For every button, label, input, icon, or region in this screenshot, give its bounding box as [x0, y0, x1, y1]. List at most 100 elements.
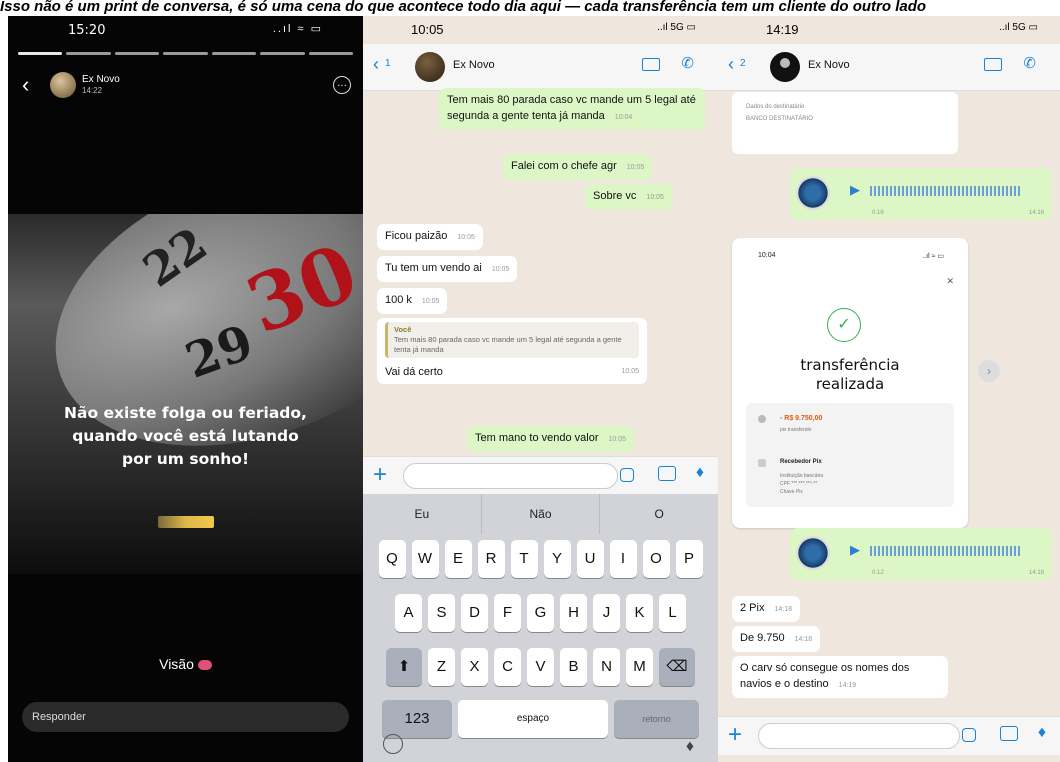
phone-icon[interactable]: ✆: [1023, 54, 1036, 72]
compose-bar: + ♦: [363, 456, 718, 495]
camera-icon[interactable]: [1000, 726, 1018, 741]
key[interactable]: Q: [378, 540, 406, 578]
suggestion[interactable]: Eu: [363, 494, 482, 534]
back-icon[interactable]: ‹: [22, 72, 29, 98]
key[interactable]: S: [428, 594, 455, 632]
key[interactable]: H: [560, 594, 587, 632]
return-key[interactable]: retorno: [614, 700, 699, 738]
key[interactable]: O: [642, 540, 670, 578]
phone-icon[interactable]: ✆: [681, 54, 694, 72]
amount-label: pix transferido: [780, 427, 812, 433]
microphone-icon[interactable]: ♦: [696, 464, 704, 482]
key[interactable]: T: [510, 540, 538, 578]
contact-name[interactable]: Ex Novo: [453, 59, 495, 71]
key[interactable]: W: [411, 540, 439, 578]
key[interactable]: U: [576, 540, 604, 578]
backspace-key[interactable]: ⌫: [659, 648, 695, 686]
receipt-details: - R$ 9.750,00 pix transferido Recebedor …: [746, 403, 954, 507]
status-icons: ..ıl ≈ ▭: [272, 23, 323, 35]
message-bubble[interactable]: Falei com o chefe agr 10:05: [503, 154, 653, 180]
message-bubble[interactable]: 2 Pix 14:18: [732, 596, 800, 622]
dictation-icon[interactable]: ♦: [686, 738, 694, 756]
attach-icon[interactable]: +: [373, 461, 387, 489]
shift-key[interactable]: ⬆: [386, 648, 422, 686]
suggestion[interactable]: Não: [482, 494, 601, 534]
contact-name[interactable]: Ex Novo: [808, 59, 850, 71]
voice-duration: 0:12: [872, 570, 884, 576]
voice-message[interactable]: ▶ 0:16 14:16: [790, 168, 1052, 220]
message-bubble[interactable]: Tem mais 80 parada caso vc mande um 5 le…: [439, 88, 705, 130]
key[interactable]: D: [461, 594, 488, 632]
doc-line: Dados do destinatário: [746, 104, 805, 110]
chat-panel-2: 14:19 ..ıl 5G ▭ ‹ 2 Ex Novo ✆ Dados do d…: [718, 16, 1060, 762]
compose-bar: + ♦: [718, 716, 1060, 755]
progress-segment: [66, 52, 111, 55]
key[interactable]: X: [461, 648, 488, 686]
forward-icon[interactable]: ›: [978, 360, 1000, 382]
emoji-icon[interactable]: [383, 734, 403, 754]
keyboard: Eu Não O Q W E R T Y U I O P A S D F G H…: [363, 494, 718, 762]
document-preview[interactable]: Dados do destinatário BANCO DESTINATÁRIO: [732, 92, 958, 154]
numbers-key[interactable]: 123: [382, 700, 452, 738]
key[interactable]: F: [494, 594, 521, 632]
more-icon[interactable]: …: [333, 76, 351, 94]
message-input[interactable]: [403, 463, 618, 489]
status-icons: ..ıl 5G ▭: [999, 22, 1038, 33]
space-key[interactable]: espaço: [458, 700, 608, 738]
message-bubble[interactable]: 100 k 10:05: [377, 288, 448, 314]
key[interactable]: M: [626, 648, 653, 686]
key[interactable]: B: [560, 648, 587, 686]
story-viewers[interactable]: Visão: [8, 656, 363, 672]
key[interactable]: A: [395, 594, 422, 632]
quoted-message[interactable]: Você Tem mais 80 parada caso vc mande um…: [385, 322, 639, 358]
sticker-icon[interactable]: [962, 728, 976, 742]
key[interactable]: I: [609, 540, 637, 578]
recipient-detail: CPF ***.***.***-**: [780, 481, 818, 487]
camera-icon[interactable]: [658, 466, 676, 481]
message-bubble[interactable]: De 9.750 14:18: [732, 626, 821, 652]
key[interactable]: R: [477, 540, 505, 578]
microphone-icon[interactable]: ♦: [1038, 724, 1046, 742]
key[interactable]: P: [675, 540, 703, 578]
key[interactable]: K: [626, 594, 653, 632]
key[interactable]: J: [593, 594, 620, 632]
keyboard-row: ⬆ Z X C V B N M ⌫: [363, 648, 718, 690]
voice-message[interactable]: ▶ 0:12 14:18: [790, 528, 1052, 580]
contact-avatar[interactable]: [770, 52, 800, 82]
key[interactable]: Y: [543, 540, 571, 578]
message-time: 10:05: [621, 368, 639, 375]
receipt-title: transferência realizada: [732, 356, 968, 394]
audio-waveform[interactable]: [870, 546, 1022, 556]
key[interactable]: Z: [428, 648, 455, 686]
message-input[interactable]: [758, 723, 960, 749]
suggestion[interactable]: O: [600, 494, 718, 534]
key[interactable]: G: [527, 594, 554, 632]
key[interactable]: L: [659, 594, 686, 632]
story-username[interactable]: Ex Novo: [82, 74, 120, 85]
message-bubble[interactable]: Tem mano to vendo valor 10:05: [467, 426, 635, 452]
message-bubble[interactable]: Você Tem mais 80 parada caso vc mande um…: [377, 318, 647, 384]
reply-input[interactable]: Responder: [22, 702, 349, 732]
message-bubble[interactable]: Tu tem um vendo ai 10:05: [377, 256, 518, 282]
video-call-icon[interactable]: [984, 58, 1002, 71]
back-icon[interactable]: ‹: [728, 54, 734, 75]
audio-waveform[interactable]: [870, 186, 1022, 196]
key[interactable]: V: [527, 648, 554, 686]
keyboard-row: Q W E R T Y U I O P: [363, 540, 718, 582]
play-icon[interactable]: ▶: [850, 182, 860, 198]
attach-icon[interactable]: +: [728, 721, 742, 749]
receipt-screenshot[interactable]: 10:04 ..ıl ≈ ▭ ✕ ✓ transferência realiza…: [732, 238, 968, 528]
key[interactable]: N: [593, 648, 620, 686]
key[interactable]: E: [444, 540, 472, 578]
sticker-icon[interactable]: [620, 468, 634, 482]
back-icon[interactable]: ‹: [373, 54, 379, 75]
message-bubble[interactable]: Ficou paizão 10:05: [377, 224, 483, 250]
message-text: Falei com o chefe agr: [511, 160, 617, 172]
message-bubble[interactable]: O carv só consegue os nomes dos navios e…: [732, 656, 948, 698]
message-bubble[interactable]: Sobre vc 10:05: [585, 184, 672, 210]
avatar[interactable]: [50, 72, 76, 98]
video-call-icon[interactable]: [642, 58, 660, 71]
key[interactable]: C: [494, 648, 521, 686]
contact-avatar[interactable]: [415, 52, 445, 82]
play-icon[interactable]: ▶: [850, 542, 860, 558]
